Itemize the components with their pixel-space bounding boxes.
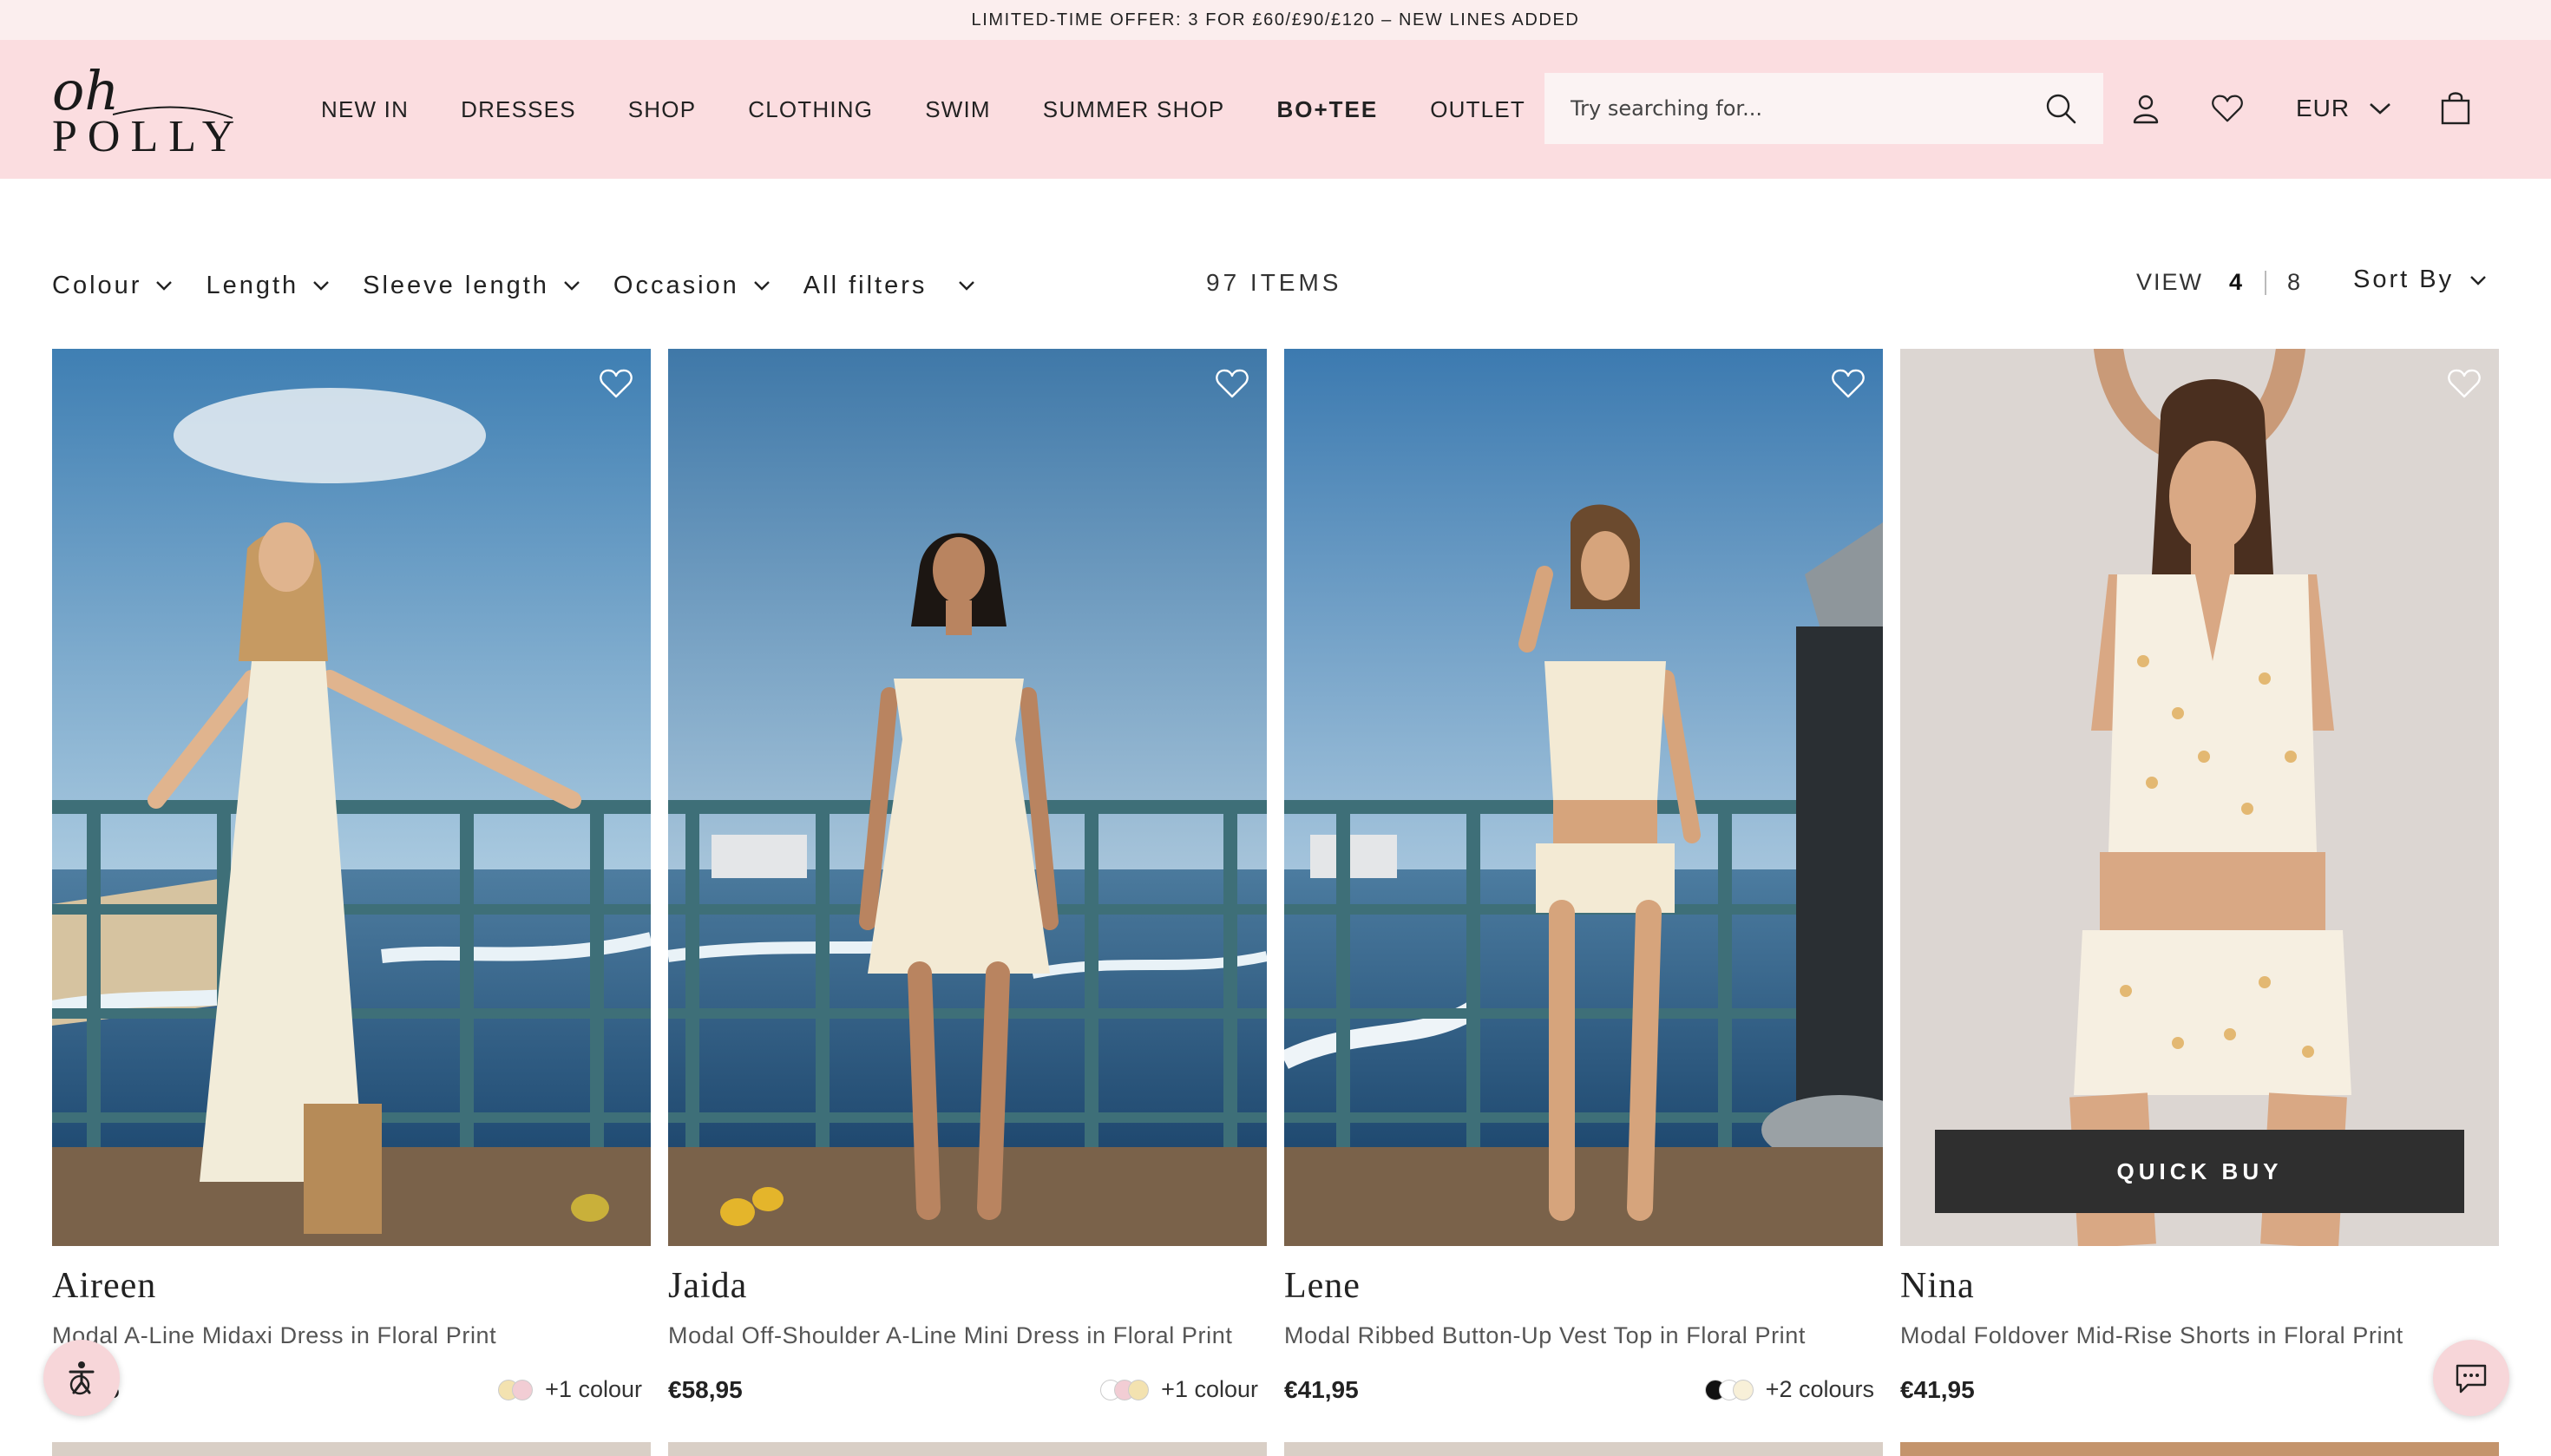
product-description[interactable]: Modal Off-Shoulder A-Line Mini Dress in … [668, 1322, 1232, 1349]
chevron-down-icon [2470, 275, 2486, 285]
view-option-8[interactable]: 8 [2287, 269, 2302, 296]
filter-length[interactable]: Length [206, 272, 330, 300]
more-colours[interactable]: +2 colours [1766, 1376, 1874, 1403]
promo-banner[interactable]: LIMITED-TIME OFFER: 3 FOR £60/£90/£120 –… [0, 0, 2551, 40]
bag-icon[interactable] [2440, 90, 2471, 125]
wishlist-icon[interactable] [2211, 92, 2244, 125]
view-label: VIEW [2136, 269, 2204, 295]
more-colours[interactable]: +1 colour [545, 1376, 642, 1403]
nav-item-dresses[interactable]: DRESSES [461, 96, 576, 123]
next-row-image[interactable] [1284, 1442, 1883, 1456]
colour-swatches[interactable]: +1 colour [1100, 1376, 1258, 1403]
product-name[interactable]: Jaida [668, 1265, 747, 1307]
colour-swatches[interactable]: +1 colour [498, 1376, 642, 1403]
logo-polly: POLLY [52, 112, 246, 161]
product-card[interactable]: Lene Modal Ribbed Button-Up Vest Top in … [1284, 349, 1883, 1456]
search-input[interactable] [1571, 96, 2022, 121]
accessibility-button[interactable] [43, 1340, 120, 1416]
product-name[interactable]: Nina [1900, 1265, 1975, 1307]
product-card[interactable]: Aireen Modal A-Line Midaxi Dress in Flor… [52, 349, 651, 1456]
sort-label: Sort By [2353, 266, 2455, 293]
view-option-4[interactable]: 4 [2229, 269, 2244, 296]
chevron-down-icon [156, 281, 173, 291]
product-image[interactable] [52, 349, 651, 1246]
chat-icon [2456, 1364, 2487, 1394]
chevron-down-icon [2370, 103, 2390, 115]
search-icon[interactable] [2044, 92, 2077, 125]
nav-item-shop[interactable]: SHOP [628, 96, 696, 123]
promo-text: LIMITED-TIME OFFER: 3 FOR £60/£90/£120 –… [971, 10, 1580, 30]
wishlist-heart-icon[interactable] [1215, 366, 1249, 401]
filter-colour[interactable]: Colour [52, 272, 173, 300]
nav-item-swim[interactable]: SWIM [925, 96, 991, 123]
nav-item-new-in[interactable]: NEW IN [321, 96, 409, 123]
logo-oh: oh [52, 59, 120, 122]
chevron-down-icon [753, 281, 770, 291]
filter-label: Length [206, 271, 299, 299]
nav-item-clothing[interactable]: CLOTHING [748, 96, 873, 123]
product-price: €41,95 [1900, 1376, 1975, 1403]
swatch-cream[interactable] [1732, 1379, 1754, 1400]
filter-label: Occasion [613, 271, 739, 299]
product-image[interactable]: QUICK BUY [1900, 349, 2499, 1246]
product-description[interactable]: Modal Ribbed Button-Up Vest Top in Flora… [1284, 1322, 1806, 1349]
product-description[interactable]: Modal A-Line Midaxi Dress in Floral Prin… [52, 1322, 496, 1349]
view-divider [2265, 270, 2267, 295]
colour-swatches[interactable]: +2 colours [1704, 1376, 1874, 1403]
filter-label: Sleeve length [363, 271, 549, 299]
search-box[interactable] [1544, 73, 2103, 144]
view-toggle: VIEW 4 8 [2136, 269, 2302, 296]
swatch-pink[interactable] [512, 1379, 534, 1400]
more-colours[interactable]: +1 colour [1161, 1376, 1258, 1403]
chevron-down-icon [959, 281, 975, 291]
product-price: €41,95 [1284, 1376, 1359, 1403]
site-header: oh POLLY NEW IN DRESSES SHOP CLOTHING SW… [0, 40, 2551, 179]
product-card[interactable]: Jaida Modal Off-Shoulder A-Line Mini Dre… [668, 349, 1267, 1456]
quick-buy-button[interactable]: QUICK BUY [1935, 1130, 2464, 1213]
filter-label: All filters [803, 271, 928, 299]
nav-item-summer-shop[interactable]: SUMMER SHOP [1043, 96, 1225, 123]
nav-item-bo-tee[interactable]: BO+TEE [1276, 96, 1378, 123]
chat-button[interactable] [2433, 1340, 2509, 1416]
sort-dropdown[interactable]: Sort By [2353, 266, 2487, 294]
accessibility-icon [69, 1361, 95, 1395]
nav-item-outlet[interactable]: OUTLET [1430, 96, 1525, 123]
filter-occasion[interactable]: Occasion [613, 272, 771, 300]
swatch-yellow[interactable] [1128, 1379, 1150, 1400]
currency-selector[interactable]: EUR [2296, 90, 2391, 127]
next-row-image[interactable] [52, 1442, 651, 1456]
filter-sleeve-length[interactable]: Sleeve length [363, 272, 580, 300]
chevron-down-icon [313, 281, 329, 291]
product-image[interactable] [668, 349, 1267, 1246]
item-count: 97 ITEMS [1206, 269, 1342, 296]
wishlist-heart-icon[interactable] [2447, 366, 2482, 401]
filter-label: Colour [52, 271, 142, 299]
product-card[interactable]: QUICK BUY Nina Modal Foldover Mid-Rise S… [1900, 349, 2499, 1456]
product-name[interactable]: Lene [1284, 1265, 1361, 1307]
next-row-image[interactable] [668, 1442, 1267, 1456]
account-icon[interactable] [2129, 92, 2162, 125]
next-row-image[interactable] [1900, 1442, 2499, 1456]
filter-all-filters[interactable]: All filters [803, 272, 976, 300]
product-description[interactable]: Modal Foldover Mid-Rise Shorts in Floral… [1900, 1322, 2403, 1349]
currency-value: EUR [2296, 95, 2351, 121]
filter-bar: Colour Length Sleeve length Occasion All… [52, 266, 1008, 305]
chevron-down-icon [564, 281, 580, 291]
main-nav: NEW IN DRESSES SHOP CLOTHING SWIM SUMMER… [321, 40, 1577, 179]
product-image[interactable] [1284, 349, 1883, 1246]
wishlist-heart-icon[interactable] [1831, 366, 1866, 401]
product-name[interactable]: Aireen [52, 1265, 156, 1307]
wishlist-heart-icon[interactable] [599, 366, 633, 401]
product-price: €58,95 [668, 1376, 743, 1403]
oh-polly-logo[interactable]: oh POLLY [52, 64, 234, 160]
